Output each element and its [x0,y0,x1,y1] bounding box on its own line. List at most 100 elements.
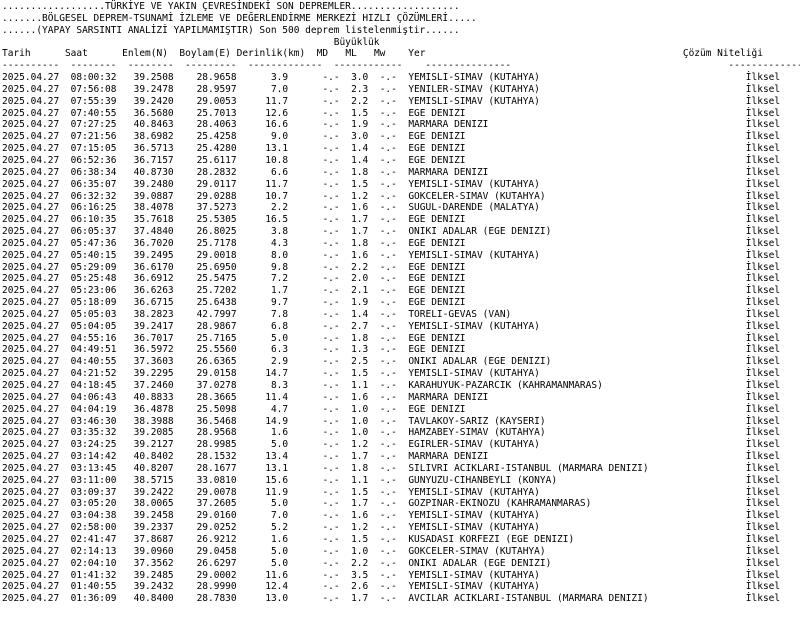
cell-lon: 28.7830 [196,593,237,605]
cell-md: -.- [322,320,340,332]
cell-lat: 36.6715 [133,297,174,309]
cell-depth: 2.2 [270,202,289,214]
cell-ml: 2.3 [351,83,369,95]
cell-quality: İlksel [745,166,781,178]
cell-date: 2025.04.27 [2,439,60,451]
cell-quality: İlksel [745,545,781,557]
cell-lat: 40.8833 [133,391,174,403]
cell-quality: İlksel [745,285,781,297]
cell-ml: 2.6 [351,581,369,593]
cell-quality: İlksel [745,415,781,427]
cell-time: 06:16:25 [70,202,117,214]
cell-quality: İlksel [745,332,781,344]
cell-ml: 1.4 [351,143,369,155]
cell-lon: 29.0078 [196,486,237,498]
cell-lat: 40.8402 [133,451,174,463]
cell-time: 06:38:34 [70,166,117,178]
cell-quality: İlksel [745,356,781,368]
cell-lon: 25.7202 [196,285,237,297]
cell-time: 06:32:32 [70,190,117,202]
cell-time: 03:35:32 [70,427,117,439]
cell-quality: İlksel [745,154,781,166]
cell-place: GOKCELER-SIMAV (KUTAHYA) [408,545,546,557]
cell-depth: 5.2 [270,522,289,534]
table-row: 2025.04.27 03:35:32 39.2085 28.9568 1.6 … [2,427,800,439]
table-row: 2025.04.27 06:52:36 36.7157 25.6117 10.8… [2,155,800,167]
table-row: 2025.04.27 03:11:00 38.5715 33.0810 15.6… [2,475,800,487]
cell-lon: 25.7178 [196,237,237,249]
cell-md: -.- [322,332,340,344]
cell-depth: 15.6 [265,474,289,486]
cell-lat: 37.8687 [133,533,174,545]
cell-lat: 39.2127 [133,439,174,451]
cell-date: 2025.04.27 [2,226,60,238]
cell-ml: 1.2 [351,439,369,451]
cell-place: EGE DENIZI [408,237,466,249]
cell-depth: 11.6 [265,569,289,581]
cell-depth: 11.9 [265,486,289,498]
cell-mw: -.- [379,332,397,344]
cell-md: -.- [322,72,340,84]
cell-lon: 26.6297 [196,557,237,569]
cell-depth: 11.7 [265,95,289,107]
cell-ml: 2.5 [351,356,369,368]
cell-date: 2025.04.27 [2,368,60,380]
cell-time: 05:25:48 [70,273,117,285]
cell-ml: 1.1 [351,380,369,391]
cell-quality: İlksel [745,190,781,202]
cell-lon: 37.5273 [196,202,237,214]
cell-place: TORELI-GEVAS (VAN) [408,308,512,320]
cell-quality: İlksel [745,510,781,522]
cell-lat: 36.6912 [133,273,174,285]
cell-quality: İlksel [745,344,781,356]
earthquake-rows: 2025.04.27 08:00:32 39.2508 28.9658 3.9 … [2,72,800,605]
cell-date: 2025.04.27 [2,190,60,202]
cell-lon: 28.9597 [196,83,237,95]
cell-mw: -.- [379,581,397,593]
cell-date: 2025.04.27 [2,344,60,356]
cell-place: AVCILAR ACIKLARI-ISTANBUL (MARMARA DENIZ… [408,593,649,605]
table-row: 2025.04.27 05:29:09 36.6170 25.6950 9.8 … [2,262,800,274]
cell-mw: -.- [379,297,397,309]
cell-lat: 39.2417 [133,320,174,332]
cell-mw: -.- [379,143,397,155]
cell-depth: 8.0 [270,249,289,261]
cell-lon: 28.3665 [196,391,237,403]
cell-depth: 6.3 [270,344,289,356]
cell-place: EGE DENIZI [408,273,466,285]
cell-mw: -.- [379,119,397,131]
cell-time: 04:40:55 [70,356,117,368]
cell-mw: -.- [379,131,397,143]
cell-ml: 1.2 [351,522,369,534]
cell-place: GOKCELER-SIMAV (KUTAHYA) [408,190,546,202]
cell-lat: 36.6263 [133,285,174,297]
cell-mw: -.- [379,356,397,368]
cell-lon: 29.0018 [196,249,237,261]
cell-depth: 6.8 [270,320,289,332]
cell-date: 2025.04.27 [2,391,60,403]
cell-md: -.- [322,569,340,581]
cell-mw: -.- [379,107,397,119]
cell-md: -.- [322,95,340,107]
col-header-yer: Yer [408,48,426,60]
cell-ml: 2.0 [351,273,369,285]
cell-time: 03:13:45 [70,462,117,474]
cell-ml: 2.2 [351,95,369,107]
cell-time: 07:21:56 [70,131,117,143]
cell-date: 2025.04.27 [2,498,60,510]
cell-depth: 13.0 [265,593,289,605]
cell-md: -.- [322,486,340,498]
cell-quality: İlksel [745,261,781,273]
cell-mw: -.- [379,368,397,380]
table-row: 2025.04.27 05:47:36 36.7020 25.7178 4.3 … [2,238,800,250]
cell-depth: 11.4 [265,391,289,403]
column-header-row: Tarih Saat Enlem(N) Boylam(E) Derinlik(k… [2,48,800,60]
cell-place: TAVLAKOY-SARIZ (KAYSERI) [408,415,546,427]
cell-ml: 1.7 [351,451,369,463]
cell-md: -.- [322,462,340,474]
col-header-md: MD [316,48,329,60]
cell-place: MARMARA DENIZI [408,166,489,178]
cell-place: EGIRLER-SIMAV (KUTAHYA) [408,439,540,451]
table-row: 2025.04.27 08:00:32 39.2508 28.9658 3.9 … [2,72,800,84]
cell-date: 2025.04.27 [2,131,60,143]
